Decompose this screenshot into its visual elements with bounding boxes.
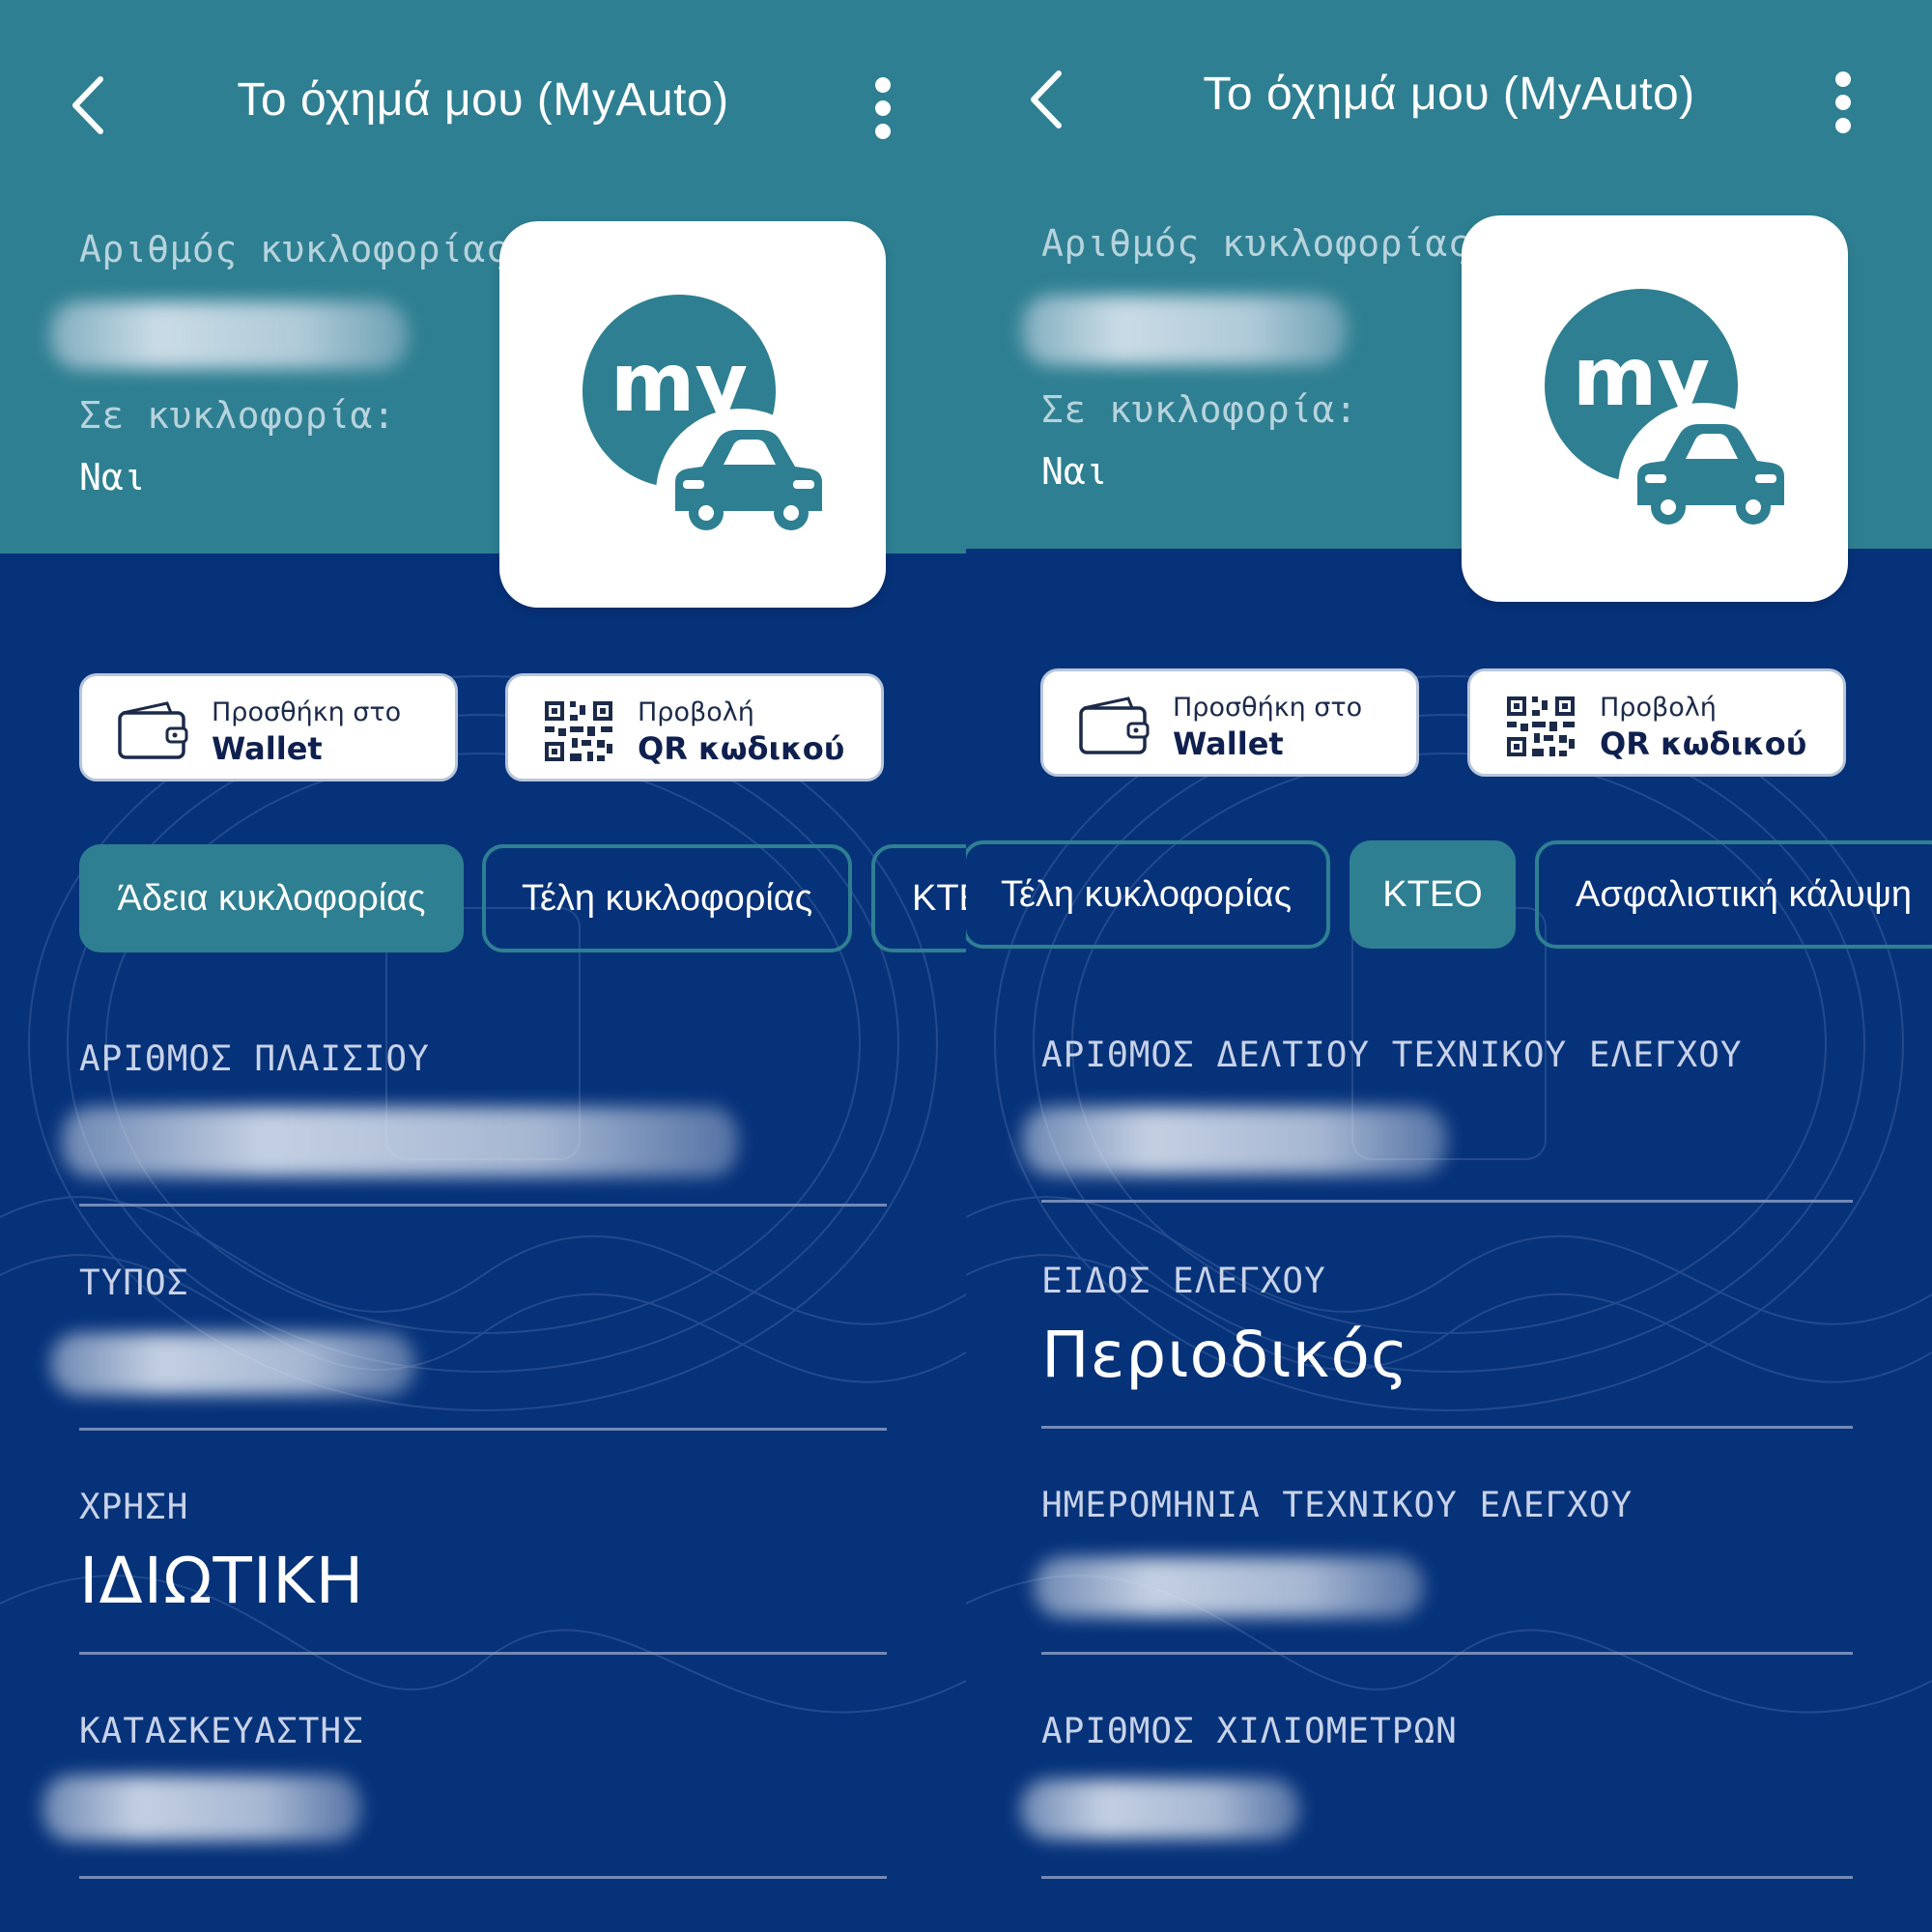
tab-kteo[interactable]: ΚΤΕΟ (1350, 840, 1516, 949)
overflow-menu-button[interactable] (854, 70, 912, 147)
usage-label: ΧΡΗΣΗ (79, 1488, 189, 1527)
qr-button-label: QR κωδικού (638, 730, 845, 767)
field-divider (1041, 1200, 1853, 1203)
field-divider (1041, 1652, 1853, 1655)
manufacturer-label: ΚΑΤΑΣΚΕΥΑΣΤΗΣ (79, 1712, 364, 1751)
screenshot-collage: Το όχημά μου (MyAuto) Αριθμός κυκλοφορία… (0, 0, 1932, 1932)
redacted-registration-number (1022, 296, 1347, 365)
redacted-type (50, 1333, 415, 1395)
tab-circulation-fees[interactable]: Τέλη κυκλοφορίας (966, 840, 1330, 949)
field-divider (1041, 1876, 1853, 1879)
qr-code-icon (1507, 696, 1575, 756)
type-label: ΤΥΠΟΣ (79, 1264, 189, 1303)
field-divider (79, 1428, 887, 1431)
myauto-logo-icon: my (1545, 289, 1788, 573)
wallet-button-label: Wallet (1173, 725, 1284, 762)
registration-number-label: Αριθμός κυκλοφορίας: (1041, 222, 1493, 265)
in-circulation-value: Ναι (1041, 450, 1108, 493)
overflow-menu-button[interactable] (1814, 64, 1872, 141)
app-bar: Το όχημά μου (MyAuto) (966, 41, 1932, 156)
inspection-certificate-number-label: ΑΡΙΘΜΟΣ ΔΕΛΤΙΟΥ ΤΕΧΝΙΚΟΥ ΕΛΕΓΧΟΥ (1041, 1036, 1743, 1075)
qr-button-caption: Προβολή (638, 697, 754, 727)
myauto-logo-card: my (1462, 215, 1848, 602)
screen-registration-license: Το όχημά μου (MyAuto) Αριθμός κυκλοφορία… (0, 0, 966, 1932)
chassis-number-label: ΑΡΙΘΜΟΣ ΠΛΑΙΣΙΟΥ (79, 1039, 430, 1079)
back-button[interactable] (1016, 66, 1074, 133)
tab-registration-license[interactable]: Άδεια κυκλοφορίας (79, 844, 464, 952)
inspection-type-value: Περιοδικός (1041, 1318, 1409, 1392)
wallet-icon (1079, 696, 1150, 754)
screen-kteo: Το όχημά μου (MyAuto) Αριθμός κυκλοφορία… (966, 0, 1932, 1932)
redacted-registration-number (50, 301, 408, 369)
myauto-logo-icon: my (582, 295, 826, 579)
add-to-wallet-button[interactable]: Προσθήκη στο Wallet (1040, 668, 1419, 777)
usage-value: ΙΔΙΩΤΙΚΗ (79, 1544, 365, 1618)
qr-button-label: QR κωδικού (1600, 725, 1807, 762)
wallet-button-caption: Προσθήκη στο (212, 697, 402, 727)
page-title: Το όχημά μου (MyAuto) (237, 74, 729, 126)
app-bar: Το όχημά μου (MyAuto) (0, 46, 966, 162)
chevron-left-icon (72, 76, 103, 134)
qr-button-caption: Προβολή (1600, 693, 1717, 723)
tab-kteo-partial[interactable]: ΚΤΕ (871, 844, 966, 952)
field-divider (79, 1876, 887, 1879)
tab-circulation-fees[interactable]: Τέλη κυκλοφορίας (482, 844, 852, 952)
page-title: Το όχημά μου (MyAuto) (1203, 69, 1695, 120)
in-circulation-label: Σε κυκλοφορία: (1041, 388, 1358, 431)
mileage-label: ΑΡΙΘΜΟΣ ΧΙΛΙΟΜΕΤΡΩΝ (1041, 1712, 1458, 1751)
in-circulation-label: Σε κυκλοφορία: (79, 394, 396, 437)
redacted-chassis-number (62, 1107, 738, 1177)
chevron-left-icon (1031, 71, 1062, 128)
registration-number-label: Αριθμός κυκλοφορίας: (79, 228, 531, 270)
in-circulation-value: Ναι (79, 456, 146, 498)
redacted-manufacturer (43, 1776, 361, 1841)
wallet-button-caption: Προσθήκη στο (1173, 693, 1363, 723)
field-divider (79, 1204, 887, 1207)
more-vertical-icon (875, 77, 891, 139)
qr-code-icon (545, 701, 612, 761)
redacted-inspection-date (1034, 1557, 1424, 1617)
inspection-type-label: ΕΙΔΟΣ ΕΛΕΓΧΟΥ (1041, 1262, 1326, 1301)
redacted-mileage (1020, 1779, 1300, 1839)
view-qr-code-button[interactable]: Προβολή QR κωδικού (505, 673, 884, 781)
tab-insurance-coverage[interactable]: Ασφαλιστική κάλυψη (1535, 840, 1932, 949)
add-to-wallet-button[interactable]: Προσθήκη στο Wallet (79, 673, 458, 781)
view-qr-code-button[interactable]: Προβολή QR κωδικού (1467, 668, 1846, 777)
wallet-icon (118, 701, 188, 759)
redacted-inspection-certificate-number (1022, 1107, 1447, 1175)
myauto-logo-card: my (499, 221, 886, 608)
back-button[interactable] (58, 71, 116, 139)
field-divider (1041, 1426, 1853, 1429)
inspection-date-label: ΗΜΕΡΟΜΗΝΙΑ ΤΕΧΝΙΚΟΥ ΕΛΕΓΧΟΥ (1041, 1486, 1634, 1525)
more-vertical-icon (1835, 71, 1851, 133)
wallet-button-label: Wallet (212, 730, 323, 767)
field-divider (79, 1652, 887, 1655)
